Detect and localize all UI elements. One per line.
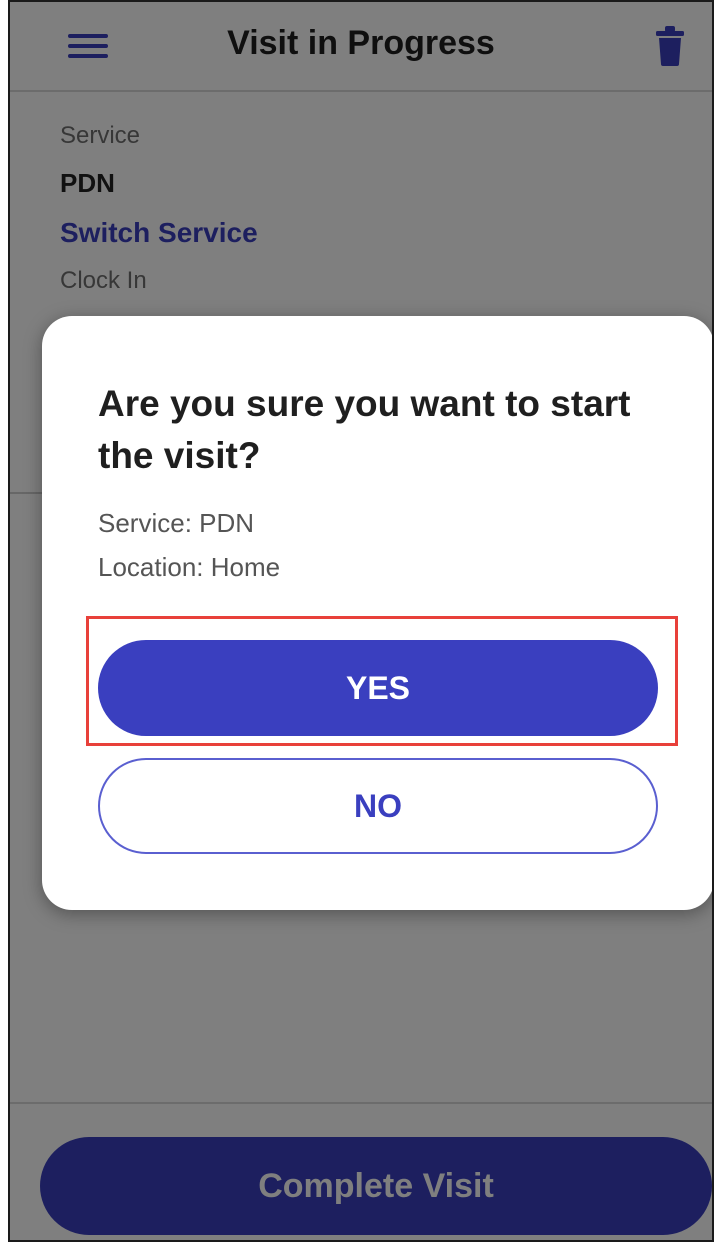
dialog-title: Are you sure you want to start the visit… — [98, 383, 631, 476]
no-button[interactable]: NO — [98, 758, 658, 854]
yes-button[interactable]: YES — [98, 640, 658, 736]
dialog-location-text: Location: Home — [98, 552, 281, 582]
app-screen: Visit in Progress Service PDN Switch Ser… — [8, 0, 714, 1242]
dialog-service-text: Service: PDN — [98, 508, 255, 538]
start-visit-dialog: Are you sure you want to start the visit… — [42, 316, 712, 910]
